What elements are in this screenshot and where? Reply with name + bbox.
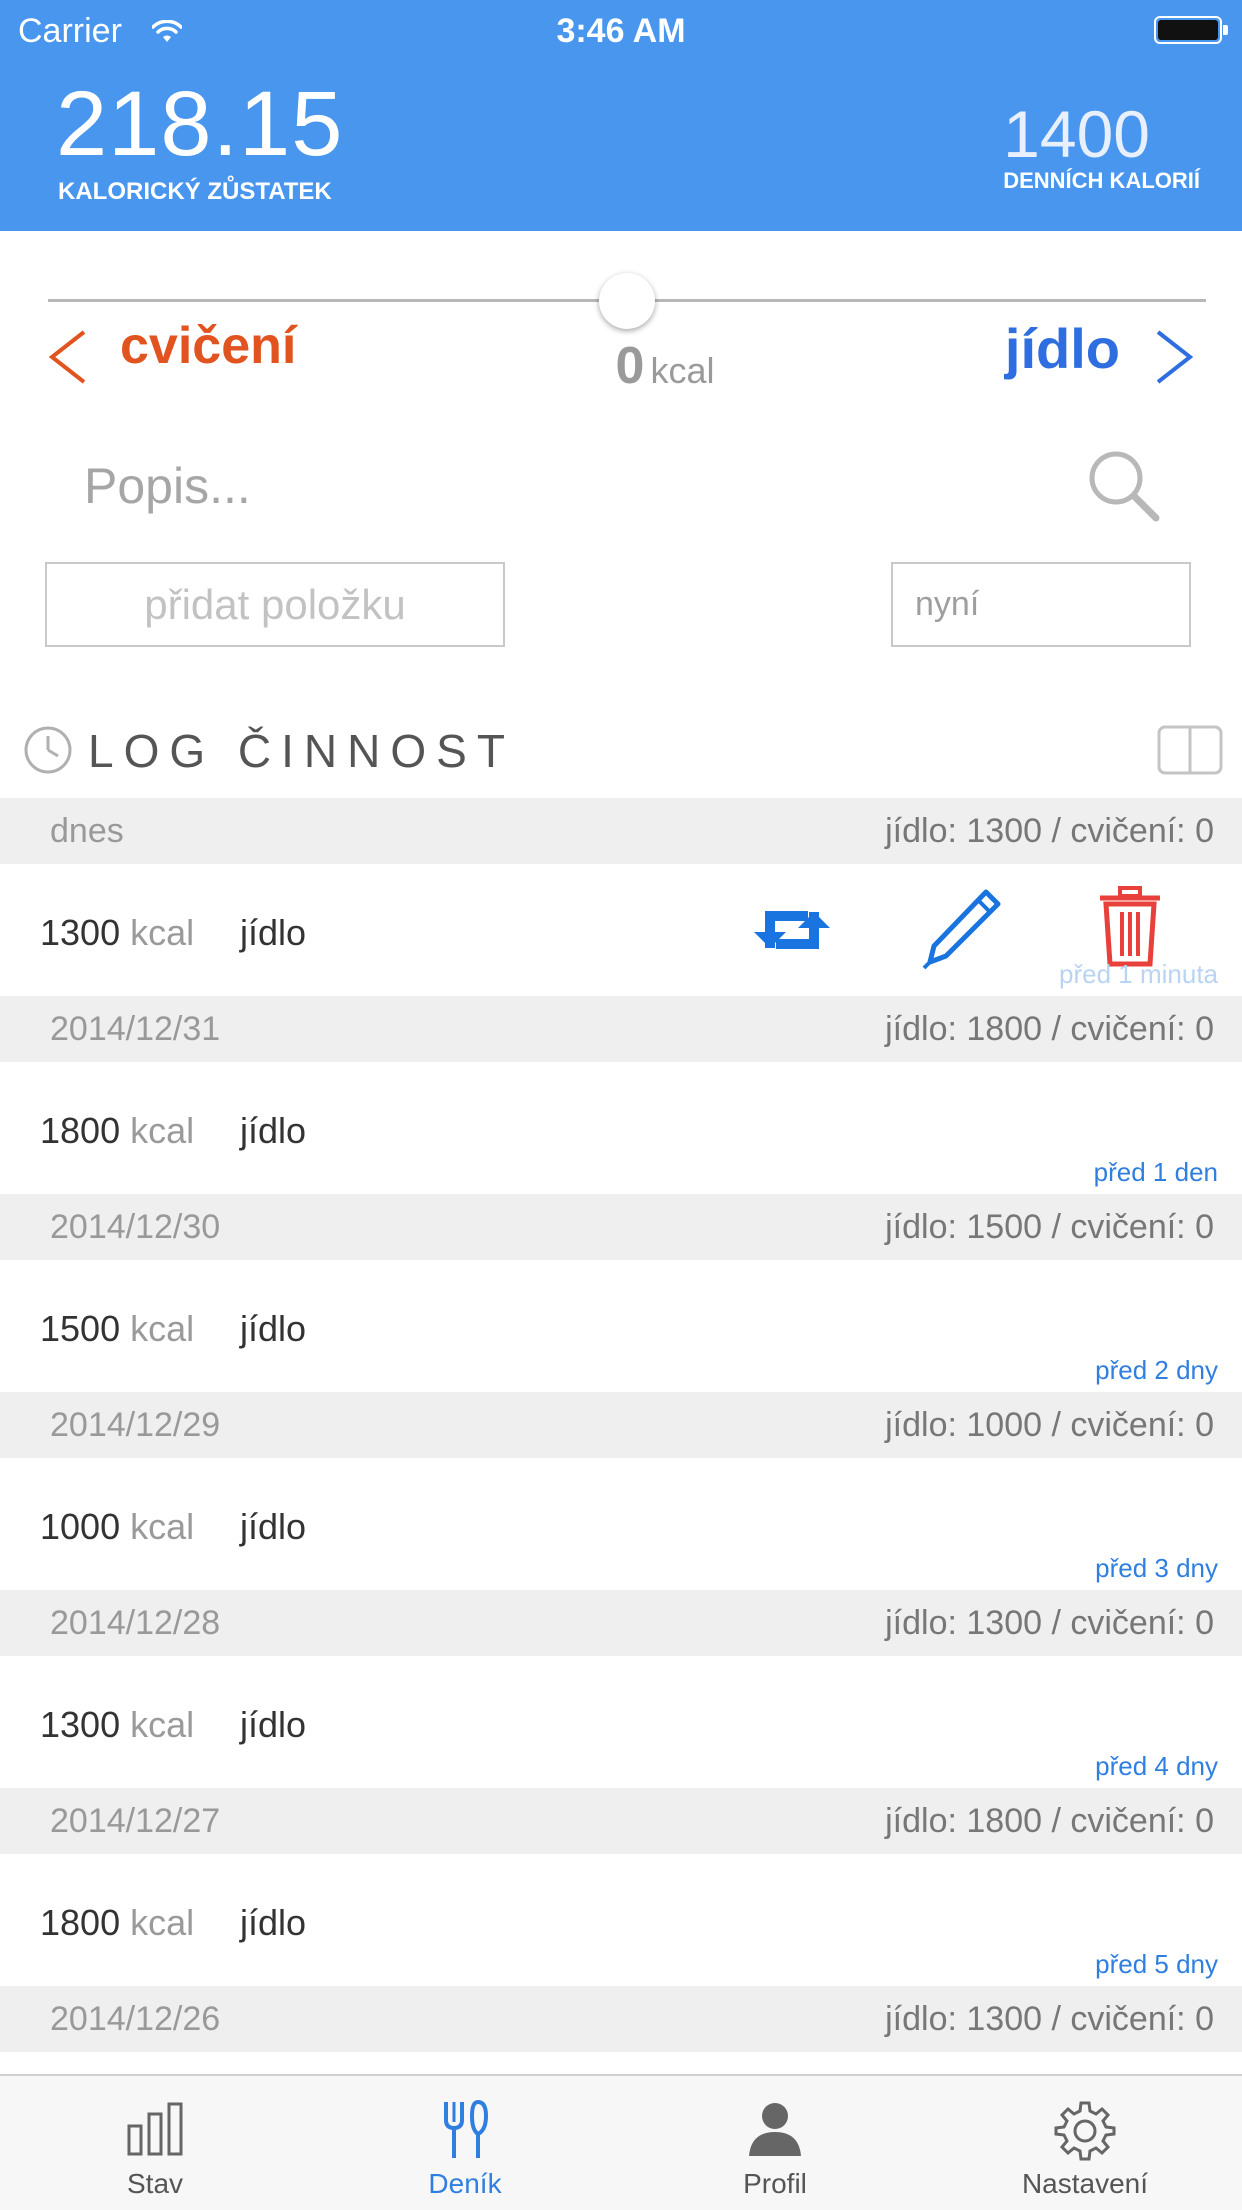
- day-header: 2014/12/31 jídlo: 1800 / cvičení: 0: [0, 996, 1242, 1062]
- tab-label: Deník: [428, 2168, 502, 2199]
- tab-label: Nastavení: [1021, 2168, 1149, 2199]
- entry-type: jídlo: [240, 1308, 307, 1349]
- description-input[interactable]: [60, 446, 1008, 526]
- entry-time-ago: před 5 dny: [1095, 1949, 1218, 1979]
- day-totals: jídlo: 1800 / cvičení: 0: [885, 1010, 1214, 1048]
- entry-kcal: 1800 kcal: [40, 1902, 194, 1944]
- entry-time-ago: před 4 dny: [1095, 1751, 1218, 1781]
- day-header: 2014/12/29 jídlo: 1000 / cvičení: 0: [0, 1392, 1242, 1458]
- day-date: 2014/12/29: [50, 1406, 221, 1444]
- activity-log-list: dnes jídlo: 1300 / cvičení: 0 1300 kcal …: [0, 798, 1242, 2052]
- entry-time-ago: před 1 den: [1093, 1157, 1218, 1187]
- day-header: 2014/12/27 jídlo: 1800 / cvičení: 0: [0, 1788, 1242, 1854]
- person-icon: [620, 2100, 930, 2163]
- day-date: 2014/12/26: [50, 2000, 221, 2038]
- log-entry[interactable]: 1300 kcal jídlo před 4 dny: [0, 1656, 1242, 1788]
- entry-kcal-unit: kcal: [130, 1506, 195, 1547]
- tab-denik[interactable]: Deník: [310, 2076, 620, 2210]
- day-header: 2014/12/28 jídlo: 1300 / cvičení: 0: [0, 1590, 1242, 1656]
- entry-kcal-value: 1500: [40, 1308, 121, 1349]
- entry-time-ago: před 2 dny: [1095, 1355, 1218, 1385]
- chevron-right-icon[interactable]: [1152, 328, 1198, 391]
- status-time: 3:46 AM: [556, 12, 686, 50]
- entry-kcal: 1800 kcal: [40, 1110, 194, 1152]
- log-entry[interactable]: 1800 kcal jídlo před 1 den: [0, 1062, 1242, 1194]
- day-date: dnes: [50, 812, 124, 850]
- day-date: 2014/12/27: [50, 1802, 221, 1840]
- entry-kcal-unit: kcal: [130, 1902, 195, 1943]
- tab-bar: Stav Deník Profil Nastavení: [0, 2074, 1242, 2210]
- entry-type: jídlo: [240, 1110, 307, 1151]
- entry-time-ago: před 1 minuta: [1059, 959, 1218, 989]
- entry-kcal: 1500 kcal: [40, 1308, 194, 1350]
- entry-kcal-unit: kcal: [130, 912, 195, 953]
- day-totals: jídlo: 1300 / cvičení: 0: [885, 812, 1214, 850]
- day-header: dnes jídlo: 1300 / cvičení: 0: [0, 798, 1242, 864]
- entry-kcal-value: 1300: [40, 912, 121, 953]
- entry-type: jídlo: [240, 1704, 307, 1745]
- entry-kcal: 1300 kcal: [40, 1704, 194, 1746]
- day-totals: jídlo: 1800 / cvičení: 0: [885, 1802, 1214, 1840]
- day-totals: jídlo: 1300 / cvičení: 0: [885, 1604, 1214, 1642]
- clock-icon: [22, 724, 74, 781]
- day-totals: jídlo: 1000 / cvičení: 0: [885, 1406, 1214, 1444]
- day-totals: jídlo: 1500 / cvičení: 0: [885, 1208, 1214, 1246]
- slider-value-unit: kcal: [650, 350, 715, 391]
- tab-stav[interactable]: Stav: [0, 2076, 310, 2210]
- bar-chart-icon: [0, 2100, 310, 2163]
- day-totals: jídlo: 1300 / cvičení: 0: [885, 2000, 1214, 2038]
- entry-type: jídlo: [240, 1902, 307, 1943]
- day-date: 2014/12/28: [50, 1604, 221, 1642]
- log-entry[interactable]: 1500 kcal jídlo před 2 dny: [0, 1260, 1242, 1392]
- entry-kcal-value: 1000: [40, 1506, 121, 1547]
- entry-type: jídlo: [240, 1506, 307, 1547]
- tab-label: Stav: [126, 2168, 184, 2199]
- battery-icon: [1154, 16, 1228, 44]
- tab-label: Profil: [743, 2168, 807, 2199]
- entry-kcal-unit: kcal: [130, 1704, 195, 1745]
- book-icon[interactable]: [1156, 724, 1224, 781]
- entry-kcal-unit: kcal: [130, 1110, 195, 1151]
- status-bar: Carrier 3:46 AM: [0, 0, 1242, 60]
- day-header: 2014/12/30 jídlo: 1500 / cvičení: 0: [0, 1194, 1242, 1260]
- add-item-button[interactable]: přidat položku: [45, 562, 505, 647]
- tab-profil[interactable]: Profil: [620, 2076, 930, 2210]
- search-icon[interactable]: [1084, 446, 1164, 531]
- entry-kcal-value: 1300: [40, 1704, 121, 1745]
- tab-nastaveni[interactable]: Nastavení: [930, 2076, 1240, 2210]
- entry-kcal-unit: kcal: [130, 1308, 195, 1349]
- calorie-balance-label: KALORICKÝ ZŮSTATEK: [58, 178, 332, 205]
- slider-value-number: 0: [615, 337, 645, 395]
- day-header: 2014/12/26 jídlo: 1300 / cvičení: 0: [0, 1986, 1242, 2052]
- pencil-icon[interactable]: [920, 886, 1004, 975]
- fork-knife-icon: [310, 2099, 620, 2167]
- repeat-icon[interactable]: [750, 890, 834, 975]
- day-date: 2014/12/31: [50, 1010, 221, 1048]
- calorie-balance-value: 218.15: [56, 73, 344, 175]
- daily-calories-value[interactable]: 1400: [1003, 96, 1150, 172]
- time-field[interactable]: [891, 562, 1191, 647]
- entry-time-ago: před 3 dny: [1095, 1553, 1218, 1583]
- daily-calories-label: DENNÍCH KALORIÍ: [1003, 168, 1200, 193]
- food-label[interactable]: jídlo: [1005, 316, 1120, 381]
- entry-type: jídlo: [240, 912, 307, 953]
- log-entry[interactable]: 1300 kcal jídlo před 1 minuta: [0, 864, 1242, 996]
- log-title: LOG ČINNOST: [88, 725, 515, 777]
- gear-icon: [930, 2100, 1240, 2169]
- day-date: 2014/12/30: [50, 1208, 221, 1246]
- entry-kcal: 1300 kcal: [40, 912, 194, 954]
- entry-kcal-value: 1800: [40, 1902, 121, 1943]
- entry-kcal: 1000 kcal: [40, 1506, 194, 1548]
- header-bar: Carrier 3:46 AM 218.15 KALORICKÝ ZŮSTATE…: [0, 0, 1242, 231]
- log-entry[interactable]: 1000 kcal jídlo před 3 dny: [0, 1458, 1242, 1590]
- entry-kcal-value: 1800: [40, 1110, 121, 1151]
- calorie-slider-thumb[interactable]: [599, 273, 655, 329]
- log-entry[interactable]: 1800 kcal jídlo před 5 dny: [0, 1854, 1242, 1986]
